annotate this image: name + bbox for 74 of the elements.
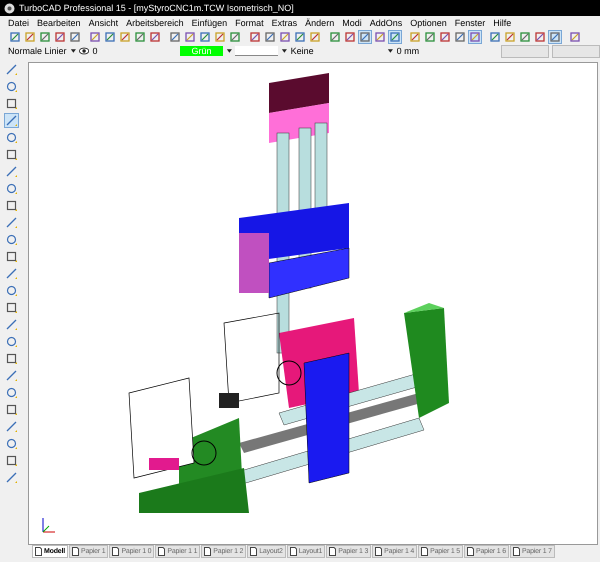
- page-icon: [72, 547, 79, 556]
- toolbar-icon[interactable]: [293, 30, 307, 44]
- page-icon: [290, 547, 297, 556]
- toolbar-icon[interactable]: [453, 30, 467, 44]
- page-icon: [250, 547, 258, 556]
- page-icon: [158, 547, 166, 556]
- menu-item[interactable]: Optionen: [410, 18, 447, 28]
- toolbar-icon[interactable]: [88, 30, 102, 44]
- toolbar-icon[interactable]: [68, 30, 82, 44]
- menu-item[interactable]: Ändern: [305, 18, 334, 28]
- app-icon: [4, 2, 15, 14]
- toolbar-icon[interactable]: [423, 30, 437, 44]
- toolbar-icon[interactable]: [568, 30, 582, 44]
- toolbar-icon[interactable]: [263, 30, 277, 44]
- eye-icon[interactable]: [79, 47, 90, 55]
- toolbar-icon[interactable]: [438, 30, 452, 44]
- page-icon: [112, 547, 120, 556]
- layer-dropdown[interactable]: 0: [92, 46, 178, 56]
- toolbar-icon[interactable]: [468, 30, 482, 44]
- fill-dropdown[interactable]: Keine: [290, 46, 384, 56]
- toolbar-icon[interactable]: [133, 30, 147, 44]
- menu-item[interactable]: Einfügen: [192, 18, 228, 28]
- toolbar-icon[interactable]: [503, 30, 517, 44]
- toolbar-icon[interactable]: [8, 30, 22, 44]
- page-icon: [467, 547, 474, 556]
- toolbar-icon[interactable]: [488, 30, 502, 44]
- menu-item[interactable]: Hilfe: [493, 18, 512, 28]
- toolbar-icon[interactable]: [278, 30, 292, 44]
- menu-item[interactable]: Format: [235, 18, 264, 28]
- toolbar-icon[interactable]: [168, 30, 182, 44]
- toolbar-icon[interactable]: [533, 30, 547, 44]
- toolbar-icon[interactable]: [408, 30, 422, 44]
- page-icon: [512, 547, 520, 556]
- menu-item[interactable]: Modi: [342, 18, 362, 28]
- toolbar-icon[interactable]: [388, 30, 402, 44]
- toolbar-icon[interactable]: [308, 30, 322, 44]
- line-style-dropdown[interactable]: Normale Linier: [8, 46, 67, 56]
- toolbar-icon[interactable]: [548, 30, 562, 44]
- caret-icon[interactable]: [280, 48, 288, 54]
- window-title: TurboCAD Professional 15 - [myStyroCNC1m.TCW Isometrisch_NO]: [19, 3, 294, 13]
- drawing-canvas[interactable]: [28, 62, 598, 545]
- page-icon: [421, 547, 428, 556]
- toolbar-icon[interactable]: [38, 30, 52, 44]
- toolbar-icon[interactable]: [248, 30, 262, 44]
- menu-item[interactable]: Arbeitsbereich: [126, 18, 184, 28]
- page-icon: [375, 547, 382, 556]
- width-dropdown[interactable]: 0 mm: [396, 46, 498, 56]
- menu-item[interactable]: Extras: [272, 18, 298, 28]
- caret-icon[interactable]: [70, 48, 76, 54]
- toolbar-icon[interactable]: [118, 30, 132, 44]
- toolbar-icon[interactable]: [53, 30, 67, 44]
- toolbar-icon[interactable]: [213, 30, 227, 44]
- caret-icon[interactable]: [386, 48, 394, 54]
- tool-icon[interactable]: [4, 113, 18, 128]
- toolbar-icon[interactable]: [373, 30, 387, 44]
- menu-item[interactable]: Bearbeiten: [37, 18, 81, 28]
- caret-icon[interactable]: [226, 48, 232, 54]
- menu-item[interactable]: Fenster: [454, 18, 486, 28]
- toolbar-icon[interactable]: [183, 30, 197, 44]
- toolbar-icon[interactable]: [228, 30, 242, 44]
- toolbar-icon[interactable]: [343, 30, 357, 44]
- toolbar-icon[interactable]: [103, 30, 117, 44]
- toolbar-icon[interactable]: [518, 30, 532, 44]
- toolbar-icon[interactable]: [23, 30, 37, 44]
- menu-item[interactable]: AddOns: [370, 18, 402, 28]
- page-icon: [204, 547, 212, 556]
- toolbar-icon[interactable]: [328, 30, 342, 44]
- menu-item[interactable]: Datei: [8, 18, 30, 28]
- toolbar-icon[interactable]: [358, 30, 372, 44]
- toolbar-icon[interactable]: [148, 30, 162, 44]
- toolbar-icon[interactable]: [198, 30, 212, 44]
- page-icon: [329, 547, 336, 556]
- menu-item[interactable]: Ansicht: [88, 18, 118, 28]
- page-icon: [35, 547, 42, 556]
